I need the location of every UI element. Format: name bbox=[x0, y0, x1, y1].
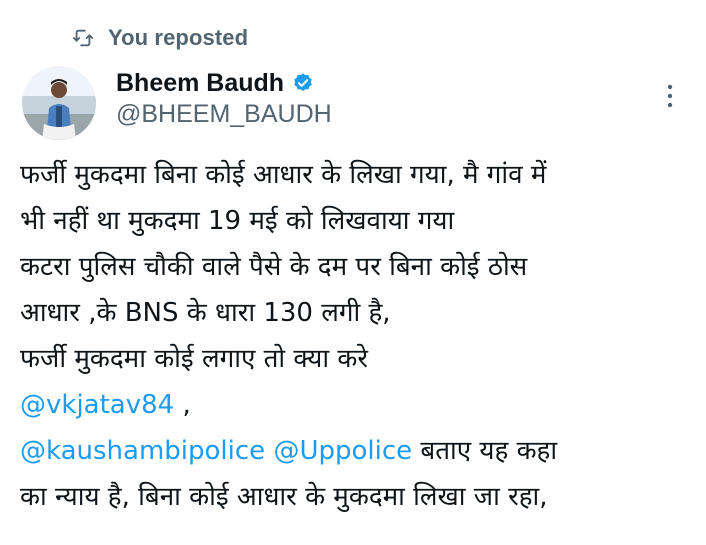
repost-indicator: You reposted bbox=[72, 22, 248, 54]
verified-badge-icon bbox=[292, 72, 314, 94]
tweet-line: भी नहीं था मुकदमा 19 मई को लिखवाया गया bbox=[20, 206, 455, 236]
author-handle[interactable]: @BHEEM_BAUDH bbox=[116, 100, 332, 129]
tweet-line: @vkjatav84 , bbox=[20, 382, 700, 428]
tweet-text-fragment: , bbox=[174, 390, 191, 420]
more-vertical-icon bbox=[667, 84, 673, 108]
mention-link[interactable]: @vkjatav84 bbox=[20, 390, 174, 420]
tweet-line: आधार ,के BNS के धारा 130 लगी है, bbox=[20, 298, 391, 328]
mention-link[interactable]: @kaushambipolice bbox=[20, 436, 265, 466]
author-name-row: Bheem Baudh bbox=[116, 66, 314, 100]
more-options-button[interactable] bbox=[660, 80, 680, 112]
tweet-line: @kaushambipolice @Uppolice बताए यह कहा bbox=[20, 428, 700, 474]
avatar[interactable] bbox=[22, 66, 96, 140]
tweet-line: का न्याय है, बिना कोई आधार के मुकदमा लिख… bbox=[20, 482, 548, 512]
author-name[interactable]: Bheem Baudh bbox=[116, 69, 284, 98]
repost-icon bbox=[72, 27, 94, 49]
tweet-text-fragment: बताए यह कहा bbox=[412, 436, 558, 466]
tweet-line: फर्जी मुकदमा कोई लगाए तो क्या करे bbox=[20, 344, 368, 374]
tweet-line: कटरा पुलिस चौकी वाले पैसे के दम पर बिना … bbox=[20, 252, 528, 282]
tweet-line: फर्जी मुकदमा बिना कोई आधार के लिखा गया, … bbox=[20, 160, 547, 190]
tweet-text: फर्जी मुकदमा बिना कोई आधार के लिखा गया, … bbox=[20, 152, 700, 520]
mention-link[interactable]: @Uppolice bbox=[273, 436, 412, 466]
repost-label: You reposted bbox=[108, 25, 249, 50]
